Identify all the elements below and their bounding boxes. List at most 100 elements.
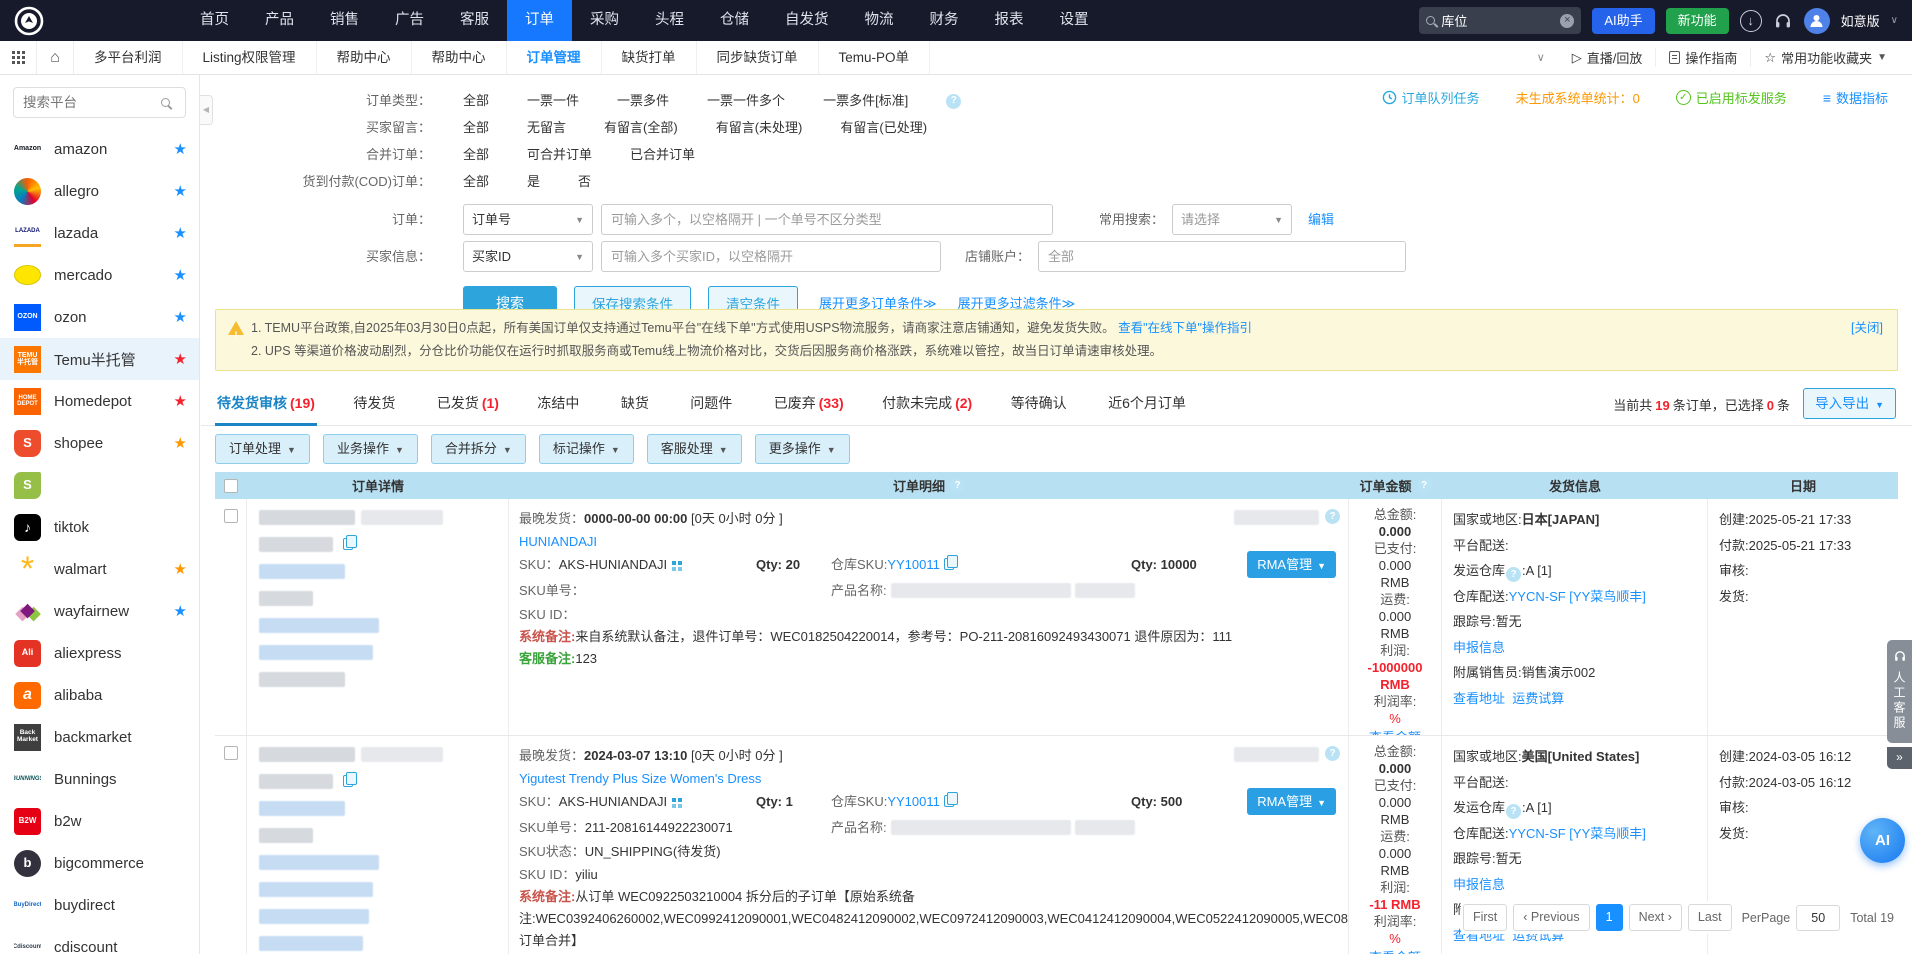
mark-ops-button[interactable]: 标记操作▼ [539, 434, 634, 464]
favorite-star-icon[interactable] [174, 266, 187, 284]
import-export-button[interactable]: 导入导出▼ [1803, 388, 1896, 419]
help-icon[interactable] [1325, 746, 1340, 761]
ungenerated-orders-stat[interactable]: 未生成系统单统计：0 [1516, 88, 1640, 107]
option[interactable]: 有留言(已处理) [840, 118, 927, 138]
copy-icon[interactable] [343, 775, 353, 787]
buyer-type-select[interactable]: 买家ID▼ [463, 241, 593, 272]
status-tab-frozen[interactable]: 冻结中 [535, 381, 584, 426]
status-tab-stockout[interactable]: 缺货 [619, 381, 654, 426]
clear-search-icon[interactable]: × [1560, 14, 1574, 28]
freight-calc-link[interactable]: 运费试算 [1512, 686, 1564, 712]
sidebar-collapse-handle[interactable]: ◀ [200, 95, 213, 125]
option[interactable]: 一票多件[标准] [823, 91, 908, 111]
view-amount-link[interactable]: 查看金额 [1369, 949, 1421, 954]
option[interactable]: 一票多件 [617, 91, 669, 111]
row-checkbox[interactable] [224, 509, 238, 523]
tab-listing-permission[interactable]: Listing权限管理 [183, 41, 317, 74]
option[interactable]: 是 [527, 172, 540, 192]
status-tab-pending-review[interactable]: 待发货审核(19) [215, 381, 317, 426]
copy-icon[interactable] [343, 538, 353, 550]
edit-common-search-link[interactable]: 编辑 [1308, 210, 1334, 230]
help-icon[interactable] [950, 478, 965, 493]
status-tab-shipped[interactable]: 已发货(1) [435, 381, 501, 426]
sidebar-item-temu[interactable]: TEMU 半托管Temu半托管 [0, 338, 199, 380]
online-order-guide-link[interactable]: 查看"在线下单"操作指引 [1118, 321, 1252, 335]
favorite-star-icon[interactable] [174, 224, 187, 242]
option[interactable]: 一票一件多个 [707, 91, 785, 111]
sidebar-item-bigcommerce[interactable]: bbigcommerce [0, 842, 199, 884]
warehouse-sku-link[interactable]: YY10011 [887, 553, 940, 576]
menu-orders[interactable]: 订单 [507, 0, 572, 41]
favorites-link[interactable]: ☆常用功能收藏夹▼ [1750, 48, 1900, 67]
ai-assistant-button[interactable]: AI助手 [1592, 8, 1654, 34]
sidebar-item-tiktok[interactable]: ♪tiktok [0, 506, 199, 548]
merge-split-button[interactable]: 合并拆分▼ [431, 434, 526, 464]
menu-firstmile[interactable]: 头程 [637, 0, 702, 41]
chevron-down-icon[interactable]: ∨ [1891, 15, 1898, 26]
menu-service[interactable]: 客服 [442, 0, 507, 41]
status-tab-last-6-months[interactable]: 近6个月订单 [1106, 381, 1191, 426]
sidebar-item-lazada[interactable]: LAZADAlazada [0, 212, 199, 254]
sidebar-item-mercado[interactable]: mercado [0, 254, 199, 296]
sidebar-item-shopee[interactable]: Sshopee [0, 422, 199, 464]
help-icon[interactable] [1506, 804, 1521, 819]
sidebar-item-backmarket[interactable]: Back Marketbackmarket [0, 716, 199, 758]
data-metrics-link[interactable]: ≡数据指标 [1823, 88, 1888, 107]
variant-grid-icon[interactable] [672, 798, 682, 808]
option-all[interactable]: 全部 [463, 91, 489, 111]
menu-sales[interactable]: 销售 [312, 0, 377, 41]
view-amount-link[interactable]: 查看金额 [1369, 729, 1421, 735]
delivery-channel-link[interactable]: YYCN-SF [YY菜鸟顺丰] [1509, 584, 1646, 610]
copy-icon[interactable] [944, 795, 954, 807]
order-number-type-select[interactable]: 订单号▼ [463, 204, 593, 235]
last-page-button[interactable]: Last [1688, 904, 1732, 931]
help-icon[interactable] [1506, 567, 1521, 582]
sidebar-item-bunnings[interactable]: BUNNINGSBunnings [0, 758, 199, 800]
option[interactable]: 有留言(全部) [604, 118, 678, 138]
current-page-button[interactable]: 1 [1596, 904, 1623, 931]
global-search-input[interactable] [1441, 13, 1560, 28]
next-page-button[interactable]: Next › [1629, 904, 1682, 931]
buyer-id-input[interactable] [601, 241, 941, 272]
status-tab-problem[interactable]: 问题件 [688, 381, 737, 426]
operation-guide-link[interactable]: 操作指南 [1655, 48, 1750, 67]
flag-service-status[interactable]: 已启用标发服务 [1676, 88, 1787, 107]
view-address-link[interactable]: 查看地址 [1453, 686, 1505, 712]
sidebar-item-amazon[interactable]: Amazonamazon [0, 128, 199, 170]
perpage-input[interactable] [1796, 905, 1840, 931]
menu-finance[interactable]: 财务 [912, 0, 977, 41]
sidebar-item-allegro[interactable]: allegro [0, 170, 199, 212]
sidebar-item-walmart[interactable]: *walmart [0, 548, 199, 590]
declare-info-link[interactable]: 申报信息 [1453, 635, 1505, 661]
menu-reports[interactable]: 报表 [977, 0, 1042, 41]
option[interactable]: 无留言 [527, 118, 566, 138]
tab-multi-platform-profit[interactable]: 多平台利润 [74, 41, 183, 74]
sidebar-item-aliexpress[interactable]: Alialiexpress [0, 632, 199, 674]
order-process-button[interactable]: 订单处理▼ [215, 434, 310, 464]
copy-icon[interactable] [944, 558, 954, 570]
delivery-channel-link[interactable]: YYCN-SF [YY菜鸟顺丰] [1509, 821, 1646, 847]
row-checkbox[interactable] [224, 746, 238, 760]
tab-sync-stockout-orders[interactable]: 同步缺货订单 [697, 41, 819, 74]
favorite-star-icon[interactable] [174, 182, 187, 200]
home-icon[interactable]: ⌂ [37, 41, 74, 74]
sidebar-item-wayfairnew[interactable]: ◆wayfairnew [0, 590, 199, 632]
menu-selfship[interactable]: 自发货 [767, 0, 847, 41]
option-all[interactable]: 全部 [463, 172, 489, 192]
sidebar-item-b2w[interactable]: B2Wb2w [0, 800, 199, 842]
declare-info-link[interactable]: 申报信息 [1453, 872, 1505, 898]
service-ops-button[interactable]: 客服处理▼ [647, 434, 742, 464]
menu-ads[interactable]: 广告 [377, 0, 442, 41]
first-page-button[interactable]: First [1463, 904, 1507, 931]
option[interactable]: 有留言(未处理) [716, 118, 803, 138]
tab-temu-po[interactable]: Temu-PO单 [819, 41, 931, 74]
user-avatar[interactable] [1804, 8, 1830, 34]
common-search-select[interactable]: 请选择▼ [1172, 204, 1292, 235]
favorite-star-icon[interactable] [174, 434, 187, 452]
menu-settings[interactable]: 设置 [1042, 0, 1107, 41]
option[interactable]: 已合并订单 [630, 145, 695, 165]
sidebar-item-cdiscount[interactable]: Cdiscountcdiscount [0, 926, 199, 954]
global-search-box[interactable]: × [1419, 7, 1581, 34]
favorite-star-icon[interactable] [174, 140, 187, 158]
business-ops-button[interactable]: 业务操作▼ [323, 434, 418, 464]
